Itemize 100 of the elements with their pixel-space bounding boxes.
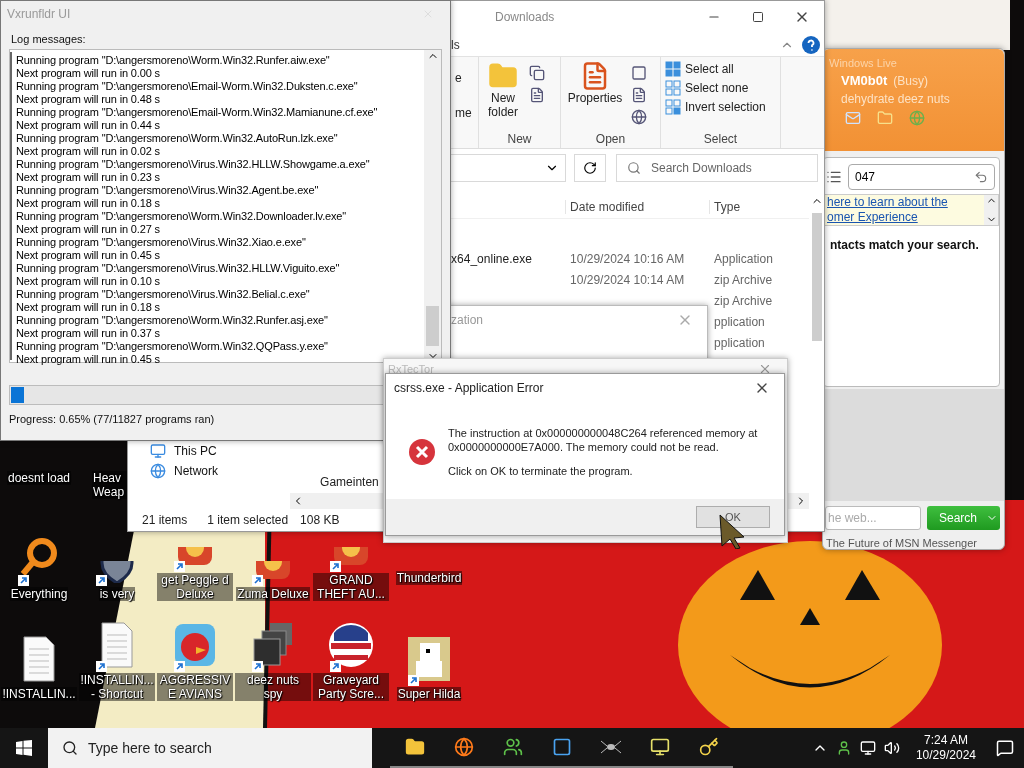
window-title: Downloads: [495, 10, 555, 24]
group-label: Select: [702, 132, 739, 146]
status-text: 1 item selected: [207, 513, 289, 527]
log-line: Running program "D:\angersmoreno\Virus.Win32.HLLW.Showgame.a.exe": [16, 158, 371, 171]
desktop-shortcut[interactable]: Everything: [9, 535, 69, 601]
log-line: Running program "D:\angersmoreno\Worm.Win32.Downloader.lv.exe": [16, 210, 348, 223]
ribbon-button[interactable]: New folder: [483, 61, 523, 132]
notifications-icon: [996, 739, 1014, 757]
ok-button[interactable]: OK: [696, 506, 770, 528]
file-date: 10/29/2024 10:16 AM: [569, 251, 686, 266]
refresh-icon: [583, 161, 597, 175]
web-search-field[interactable]: he web...: [825, 506, 921, 530]
window-title: Vxrunfldr UI: [7, 7, 71, 21]
desktop-shortcut[interactable]: !INSTALLIN...: [1, 635, 77, 701]
column-header[interactable]: Date modified: [565, 200, 710, 214]
monitor-icon: [649, 737, 670, 757]
search-icon: [62, 740, 78, 756]
log-line: Running program "D:\angersmoreno\Virus.Win32.Agent.be.exe": [16, 184, 320, 197]
error-hint: Click on OK to terminate the program.: [448, 464, 634, 478]
column-header[interactable]: Type: [709, 200, 810, 214]
document-icon[interactable]: [529, 87, 545, 103]
windows-logo-icon: [16, 740, 32, 756]
monitor-icon: [150, 443, 166, 459]
contact-search-field[interactable]: 047: [848, 164, 995, 190]
nav-item[interactable]: This PC: [150, 443, 217, 459]
desktop-shortcut[interactable]: Heav Weap: [92, 471, 127, 501]
select-command[interactable]: Select all: [665, 61, 776, 77]
ribbon-command[interactable]: me: [455, 106, 474, 120]
log-line: Next program will run in 0.48 s: [16, 93, 161, 106]
brand-text: Windows Live: [829, 57, 898, 69]
taskbar-search-field[interactable]: Type here to search: [48, 728, 372, 768]
select-command[interactable]: Select none: [665, 80, 776, 96]
log-line: Running program "D:\angersmoreno\Virus.Win32.Xiao.e.exe": [16, 236, 307, 249]
window-title: csrss.exe - Application Error: [394, 381, 544, 395]
spider-icon: [599, 738, 622, 756]
log-line: Running program "D:\angersmoreno\Virus.Win32.Belial.c.exe": [16, 288, 311, 301]
ribbon-tab[interactable]: ls: [451, 37, 460, 52]
document-icon[interactable]: [631, 87, 647, 103]
log-line: Next program will run in 0.23 s: [16, 171, 161, 184]
desktop-shortcut[interactable]: Thunderbird: [395, 571, 463, 601]
grid-icon: [665, 80, 681, 96]
log-line: Running program "D:\angersmoreno\Email-Worm.Win32.Mamianune.cf.exe": [16, 106, 379, 119]
select-command[interactable]: Invert selection: [665, 99, 776, 115]
log-line: Next program will run in 0.00 s: [16, 67, 161, 80]
list-icon[interactable]: [826, 169, 842, 185]
info-link[interactable]: omer Experience: [827, 210, 984, 225]
file-name[interactable]: x64_online.exe: [451, 251, 532, 266]
desktop-shortcut[interactable]: Super Hilda: [396, 635, 462, 701]
clock[interactable]: 7:24 AM 10/29/2024: [907, 733, 984, 763]
group-label: Open: [594, 132, 627, 146]
log-line: Running program "D:\angersmoreno\Worm.Win32.Runfer.asj.exe": [16, 314, 329, 327]
volume-icon[interactable]: [883, 740, 900, 756]
folder-icon: [404, 737, 425, 757]
window-title: RxTecTor: [388, 363, 434, 375]
bird-icon: [172, 621, 218, 669]
search-field[interactable]: Search Downloads: [616, 154, 818, 182]
scrollbar-thumb[interactable]: [811, 213, 822, 341]
footer-text: The Future of MSN Messenger: [825, 536, 978, 549]
desktop-shortcut[interactable]: Graveyard Party Scre...: [313, 621, 389, 701]
group-label: New: [506, 132, 533, 146]
log-label: Log messages:: [11, 33, 87, 45]
desktop-shortcut[interactable]: AGGRESSIVE AVIANS: [157, 621, 233, 701]
ribbon-button[interactable]: Properties: [565, 61, 625, 132]
open-window-icon[interactable]: [631, 65, 647, 81]
log-line: Next program will run in 0.18 s: [16, 301, 161, 314]
desktop-shortcut[interactable]: doesnt load: [6, 471, 72, 501]
refresh-button[interactable]: [574, 154, 606, 182]
log-line: Next program will run in 0.44 s: [16, 119, 161, 132]
flag-badge-icon: [328, 621, 374, 669]
globe-icon[interactable]: [631, 109, 647, 125]
log-line: Next program will run in 0.37 s: [16, 327, 161, 340]
search-result-text: ntacts match your search.: [830, 238, 980, 252]
globe-icon: [453, 737, 474, 757]
file-date: 10/29/2024 10:14 AM: [569, 272, 686, 287]
file-type: zip Archive: [713, 272, 774, 287]
info-link[interactable]: here to learn about the: [827, 195, 984, 210]
log-line: Running program "D:\angersmoreno\Virus.Win32.HLLW.Viguito.exe": [16, 262, 341, 275]
network-icon[interactable]: [859, 740, 876, 756]
undo-icon[interactable]: [974, 170, 988, 184]
grid-icon: [665, 99, 681, 115]
log-line: Next program will run in 0.02 s: [16, 145, 161, 158]
ribbon-command[interactable]: e: [455, 71, 474, 85]
status-text: 21 items: [142, 513, 188, 527]
nav-item[interactable]: Network: [150, 463, 218, 479]
scrollbar-thumb[interactable]: [426, 306, 439, 346]
progress-text: Progress: 0.65% (77/11827 programs ran): [9, 413, 216, 425]
window-icon: [551, 737, 572, 757]
search-icon: [627, 161, 641, 175]
log-line: Running program "D:\angersmoreno\Worm.Win32.AutoRun.lzk.exe": [16, 132, 339, 145]
help-icon[interactable]: [802, 35, 820, 54]
file-type: pplication: [713, 314, 766, 329]
grid-icon: [665, 61, 681, 77]
key-icon: [698, 737, 719, 757]
copy-icon[interactable]: [529, 65, 545, 81]
error-icon: [408, 438, 436, 466]
file-type: zip Archive: [713, 293, 774, 308]
log-line: Running program "D:\angersmoreno\Worm.Win32.Runfer.aiw.exe": [16, 54, 331, 67]
people-icon: [502, 737, 523, 757]
log-line: Next program will run in 0.45 s: [16, 353, 161, 366]
log-line: Next program will run in 0.45 s: [16, 249, 161, 262]
